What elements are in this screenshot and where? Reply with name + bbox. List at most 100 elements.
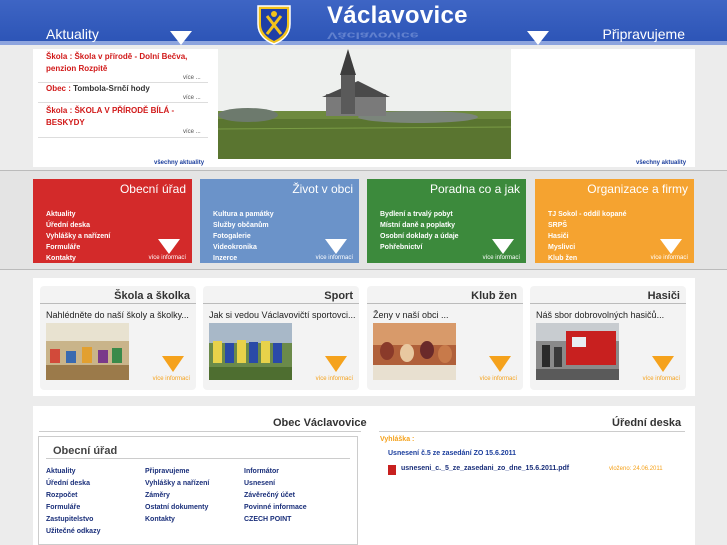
news-item-3[interactable]: Škola : ŠKOLA V PŘÍRODĚ BÍLÁ - BESKYDY: [46, 105, 196, 129]
category-link[interactable]: Aktuality: [46, 209, 110, 220]
office-link[interactable]: Povinné informace: [244, 502, 307, 514]
feature-skola: Škola a školka Nahlédněte do naší školy …: [40, 286, 196, 390]
page: Václavovice Václavovice Aktuality Připra…: [0, 0, 727, 545]
news-item-2[interactable]: Obec : Tombola-Srnčí hody: [46, 83, 206, 95]
more-arrow-icon[interactable]: [162, 356, 184, 372]
category-title[interactable]: Život v obci: [200, 179, 359, 201]
feature-title[interactable]: Hasiči: [648, 290, 680, 302]
more-info-link[interactable]: více informací: [643, 376, 680, 382]
links-column-1: Aktuality Úřední deska Rozpočet Formulář…: [46, 466, 100, 538]
category-link[interactable]: Kultura a památky: [213, 209, 274, 220]
more-arrow-icon[interactable]: [325, 239, 347, 254]
links-column-2: Připravujeme Vyhlášky a nařízení Záměry …: [145, 466, 209, 526]
more-info-link[interactable]: více informací: [149, 255, 186, 261]
school-photo[interactable]: [46, 323, 129, 380]
more-arrow-icon[interactable]: [652, 356, 674, 372]
news-list: Škola : Škola v přírodě - Dolní Bečva, p…: [33, 49, 211, 161]
office-link[interactable]: Informátor: [244, 466, 307, 478]
office-link[interactable]: Úřední deska: [46, 478, 100, 490]
office-link[interactable]: Vyhlášky a nařízení: [145, 478, 209, 490]
category-link[interactable]: Úřední deska: [46, 220, 110, 231]
divider: [39, 431, 361, 432]
office-link[interactable]: Záměry: [145, 490, 209, 502]
women-club-photo[interactable]: [373, 323, 456, 380]
category-link[interactable]: Kontakty: [46, 253, 110, 264]
more-info-link[interactable]: více informací: [316, 376, 353, 382]
more-arrow-icon[interactable]: [492, 239, 514, 254]
office-link[interactable]: Zastupitelstvo: [46, 514, 100, 526]
more-info-link[interactable]: více informací: [316, 255, 353, 261]
category-title[interactable]: Obecní úřad: [33, 179, 192, 201]
more-arrow-icon[interactable]: [489, 356, 511, 372]
tab-pripravujeme[interactable]: Připravujeme: [603, 26, 685, 42]
feature-title[interactable]: Sport: [324, 290, 353, 302]
more-info-link[interactable]: více informací: [651, 255, 688, 261]
feature-sport: Sport Jak si vedou Václavovičtí sportovc…: [203, 286, 359, 390]
news-more-link[interactable]: více ...: [183, 129, 201, 135]
category-link[interactable]: Pohřebnictví: [380, 242, 459, 253]
category-link[interactable]: Místní daně a poplatky: [380, 220, 459, 231]
news-more-link[interactable]: více ...: [183, 75, 201, 81]
category-link[interactable]: Formuláře: [46, 242, 110, 253]
office-link[interactable]: Ostatní dokumenty: [145, 502, 209, 514]
deska-heading: Úřední deska: [612, 417, 682, 429]
category-body: Aktuality Úřední deska Vyhlášky a naříze…: [33, 201, 192, 263]
more-info-link[interactable]: více informací: [483, 255, 520, 261]
divider: [530, 303, 686, 304]
firefighters-photo[interactable]: [536, 323, 619, 380]
more-arrow-icon[interactable]: [660, 239, 682, 254]
feature-hasici: Hasiči Náš sbor dobrovolných hasičů... v…: [530, 286, 686, 390]
news-item-category: Škola :: [46, 106, 75, 115]
feature-text[interactable]: Jak si vedou Václavovičtí sportovci...: [209, 310, 357, 320]
office-link[interactable]: Závěrečný účet: [244, 490, 307, 502]
sport-team-photo[interactable]: [209, 323, 292, 380]
village-crest-icon[interactable]: [252, 2, 296, 46]
category-link[interactable]: Vyhlášky a nařízení: [46, 231, 110, 242]
office-link[interactable]: Připravujeme: [145, 466, 209, 478]
office-link[interactable]: Rozpočet: [46, 490, 100, 502]
category-link[interactable]: SRPŠ: [548, 220, 627, 231]
more-info-link[interactable]: více informací: [480, 376, 517, 382]
all-upcoming-link[interactable]: všechny aktuality: [636, 160, 686, 166]
office-link[interactable]: CZECH POINT: [244, 514, 307, 526]
category-link[interactable]: TJ Sokol - oddíl kopané: [548, 209, 627, 220]
more-arrow-icon[interactable]: [158, 239, 180, 254]
office-link[interactable]: Kontakty: [145, 514, 209, 526]
aktuality-arrow-icon: [170, 31, 192, 45]
category-link[interactable]: Hasiči: [548, 231, 627, 242]
deska-file-link[interactable]: usneseni_c._5_ze_zasedani_zo_dne_15.6.20…: [401, 465, 569, 472]
news-item-1[interactable]: Škola : Škola v přírodě - Dolní Bečva, p…: [46, 51, 196, 75]
category-link[interactable]: Myslivci: [548, 242, 627, 253]
obec-heading: Obec Václavovice: [273, 417, 367, 429]
tab-aktuality[interactable]: Aktuality: [46, 26, 99, 42]
all-news-link[interactable]: všechny aktuality: [154, 160, 204, 166]
feature-text[interactable]: Ženy v naší obci ...: [373, 310, 521, 320]
more-arrow-icon[interactable]: [325, 356, 347, 372]
divider: [379, 431, 685, 432]
news-more-link[interactable]: více ...: [183, 95, 201, 101]
category-link[interactable]: Služby občanům: [213, 220, 274, 231]
divider: [40, 303, 196, 304]
pdf-file-icon: [388, 465, 396, 475]
feature-title[interactable]: Klub žen: [471, 290, 517, 302]
office-link[interactable]: Formuláře: [46, 502, 100, 514]
feature-text[interactable]: Náš sbor dobrovolných hasičů...: [536, 310, 684, 320]
more-info-link[interactable]: více informací: [153, 376, 190, 382]
category-link[interactable]: Videokronika: [213, 242, 274, 253]
category-link[interactable]: Inzerce: [213, 253, 274, 264]
category-link[interactable]: Klub žen: [548, 253, 627, 264]
category-title[interactable]: Poradna co a jak: [367, 179, 526, 201]
category-title[interactable]: Organizace a firmy: [535, 179, 694, 201]
deska-item-link[interactable]: Usnesení č.5 ze zasedání ZO 15.6.2011: [388, 450, 516, 457]
category-body: Bydlení a trvalý pobyt Místní daně a pop…: [367, 201, 526, 263]
feature-text[interactable]: Nahlédněte do naší školy a školky...: [46, 310, 194, 320]
category-link[interactable]: Fotogalerie: [213, 231, 274, 242]
office-link[interactable]: Aktuality: [46, 466, 100, 478]
category-link[interactable]: Osobní doklady a údaje: [380, 231, 459, 242]
office-link[interactable]: Užitečné odkazy: [46, 526, 100, 538]
header-bar: Václavovice Václavovice Aktuality Připra…: [0, 0, 727, 45]
category-link[interactable]: Bydlení a trvalý pobyt: [380, 209, 459, 220]
divider: [203, 303, 359, 304]
office-link[interactable]: Usnesení: [244, 478, 307, 490]
feature-title[interactable]: Škola a školka: [114, 290, 190, 302]
